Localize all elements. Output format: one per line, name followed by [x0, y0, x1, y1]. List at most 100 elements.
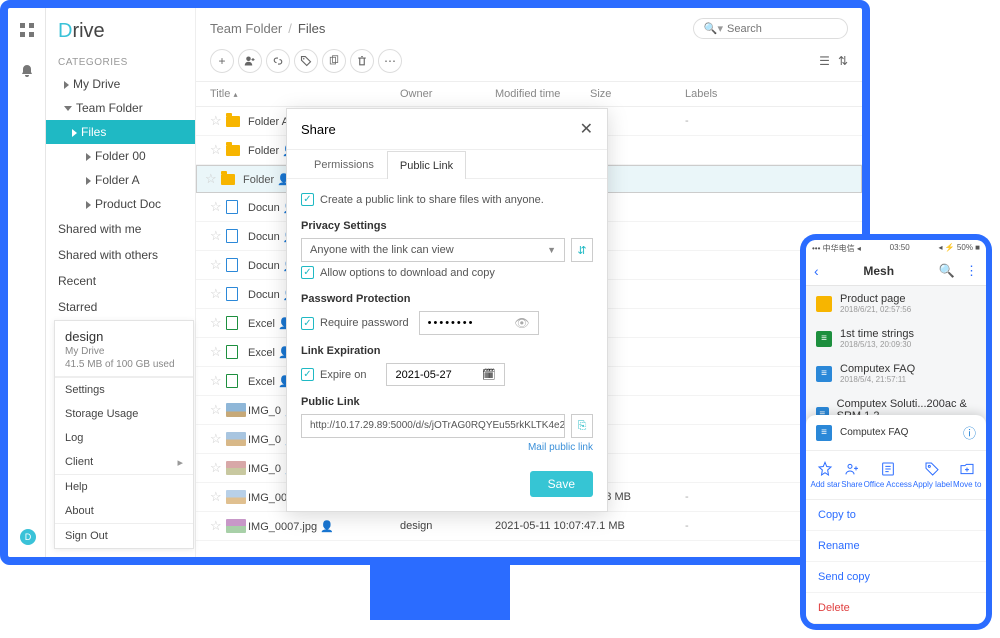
tree-folder-00[interactable]: Folder 00	[46, 144, 195, 168]
apps-icon[interactable]	[19, 22, 35, 41]
star-icon[interactable]: ☆	[210, 373, 226, 389]
search-input[interactable]	[727, 23, 837, 35]
menu-settings[interactable]: Settings	[55, 377, 193, 402]
crumb-team-folder[interactable]: Team Folder	[210, 21, 282, 36]
public-link-heading: Public Link	[301, 396, 593, 408]
more-button[interactable]: ⋯	[378, 49, 402, 73]
back-icon[interactable]: ‹	[814, 263, 819, 279]
require-password-label: Require password	[320, 317, 409, 329]
tree-product-doc[interactable]: Product Doc	[46, 192, 195, 216]
sheet-action-apply-label[interactable]: Apply label	[913, 461, 952, 489]
user-avatar-badge[interactable]: D	[20, 529, 36, 545]
phone-file-date: 2018/6/21, 02:57:56	[840, 305, 911, 314]
add-button[interactable]: +	[210, 49, 234, 73]
password-heading: Password Protection	[301, 293, 593, 305]
monitor-stand	[370, 565, 510, 620]
eye-icon[interactable]: 👁	[514, 316, 529, 330]
star-icon[interactable]: ☆	[210, 460, 226, 476]
create-link-checkbox[interactable]: ✓	[301, 193, 314, 206]
tab-public-link[interactable]: Public Link	[387, 151, 466, 179]
star-icon[interactable]: ☆	[210, 228, 226, 244]
password-input[interactable]	[428, 317, 498, 329]
col-labels[interactable]: Labels	[685, 88, 848, 100]
sheet-action-add-star[interactable]: Add star	[810, 461, 840, 489]
sheet-icon: ≡	[816, 331, 832, 347]
phone-file-row[interactable]: Product page2018/6/21, 02:57:56	[806, 286, 986, 321]
star-icon[interactable]: ☆	[210, 489, 226, 505]
star-icon[interactable]: ☆	[210, 315, 226, 331]
sheet-action-share[interactable]: Share	[841, 461, 862, 489]
require-password-checkbox[interactable]: ✓	[301, 317, 314, 330]
phone-file-date: 2018/5/13, 20:09:30	[840, 340, 914, 349]
sheet-item-copy-to[interactable]: Copy to	[806, 500, 986, 531]
phone-search-icon[interactable]: 🔍	[939, 263, 955, 279]
privacy-select[interactable]: Anyone with the link can view▼	[301, 238, 565, 262]
file-name: IMG_0007.jpg 👤	[248, 520, 400, 533]
save-button[interactable]: Save	[530, 471, 593, 497]
public-url-field[interactable]: http://10.17.29.89:5000/d/s/jOTrAG0RQYEu…	[301, 414, 565, 438]
star-icon[interactable]: ☆	[210, 431, 226, 447]
col-owner[interactable]: Owner	[400, 88, 495, 100]
link-button[interactable]	[266, 49, 290, 73]
folder-icon	[816, 296, 832, 312]
add-user-button[interactable]	[238, 49, 262, 73]
image-thumbnail	[226, 519, 246, 533]
sheet-item-delete[interactable]: Delete	[806, 593, 986, 624]
tree-my-drive[interactable]: My Drive	[46, 72, 195, 96]
col-title[interactable]: Title ▴	[210, 88, 400, 100]
tree-folder-a[interactable]: Folder A	[46, 168, 195, 192]
menu-storage-usage[interactable]: Storage Usage	[55, 402, 193, 426]
star-icon[interactable]: ☆	[210, 199, 226, 215]
phone-frame: ••• 中华电信 ◂03:50◂ ⚡ 50% ■ ‹ Mesh 🔍⋮ Produ…	[800, 234, 992, 630]
tree-team-folder[interactable]: Team Folder	[46, 96, 195, 120]
col-size[interactable]: Size	[590, 88, 685, 100]
star-icon[interactable]: ☆	[210, 286, 226, 302]
close-icon[interactable]: ✕	[580, 119, 593, 139]
image-thumbnail	[226, 490, 246, 504]
sheet-item-send-copy[interactable]: Send copy	[806, 562, 986, 593]
sheet-action-office-access[interactable]: Office Access	[864, 461, 912, 489]
menu-about[interactable]: About	[55, 499, 193, 523]
menu-signout[interactable]: Sign Out	[55, 523, 193, 548]
star-icon[interactable]: ☆	[210, 402, 226, 418]
menu-client[interactable]: Client▸	[55, 450, 193, 474]
search-box[interactable]: 🔍▾	[693, 18, 848, 39]
privacy-extra-button[interactable]: ⇵	[571, 238, 593, 262]
allow-download-checkbox[interactable]: ✓	[301, 266, 314, 279]
sheet-action-move-to[interactable]: Move to	[953, 461, 981, 489]
nav-recent[interactable]: Recent	[46, 268, 195, 294]
doc-icon: ≡	[816, 425, 832, 441]
expire-checkbox[interactable]: ✓	[301, 368, 314, 381]
delete-button[interactable]	[350, 49, 374, 73]
tag-button[interactable]	[294, 49, 318, 73]
star-icon[interactable]: ☆	[210, 518, 226, 534]
sheet-item-rename[interactable]: Rename	[806, 531, 986, 562]
menu-log[interactable]: Log	[55, 426, 193, 450]
star-icon[interactable]: ☆	[210, 257, 226, 273]
nav-starred[interactable]: Starred	[46, 294, 195, 320]
star-icon[interactable]: ☆	[210, 113, 226, 129]
menu-help[interactable]: Help	[55, 474, 193, 499]
col-modified[interactable]: Modified time	[495, 88, 590, 100]
sort-icon[interactable]: ⇅	[838, 54, 848, 68]
phone-more-icon[interactable]: ⋮	[965, 263, 978, 279]
list-view-icon[interactable]: ☰	[819, 54, 830, 68]
tree-files[interactable]: Files	[46, 120, 195, 144]
expiry-date-input[interactable]: 2021-05-27🗓	[386, 363, 504, 386]
left-rail: D	[8, 8, 46, 557]
tab-permissions[interactable]: Permissions	[301, 150, 387, 178]
nav-shared-with-others[interactable]: Shared with others	[46, 242, 195, 268]
star-icon[interactable]: ☆	[205, 171, 221, 187]
copy-button[interactable]	[322, 49, 346, 73]
copy-url-button[interactable]: ⎘	[571, 414, 593, 438]
phone-file-row[interactable]: ≡1st time strings2018/5/13, 20:09:30	[806, 321, 986, 356]
bell-icon[interactable]	[19, 63, 35, 82]
phone-file-row[interactable]: ≡Computex FAQ2018/5/4, 21:57:11	[806, 356, 986, 391]
info-icon[interactable]: ⓘ	[963, 423, 976, 442]
star-icon[interactable]: ☆	[210, 344, 226, 360]
nav-shared-with-me[interactable]: Shared with me	[46, 216, 195, 242]
table-row[interactable]: ☆IMG_0007.jpg 👤design2021-05-11 10:07:46…	[196, 512, 862, 541]
crumb-files[interactable]: Files	[298, 21, 325, 36]
star-icon[interactable]: ☆	[210, 142, 226, 158]
mail-public-link[interactable]: Mail public link	[301, 442, 593, 453]
